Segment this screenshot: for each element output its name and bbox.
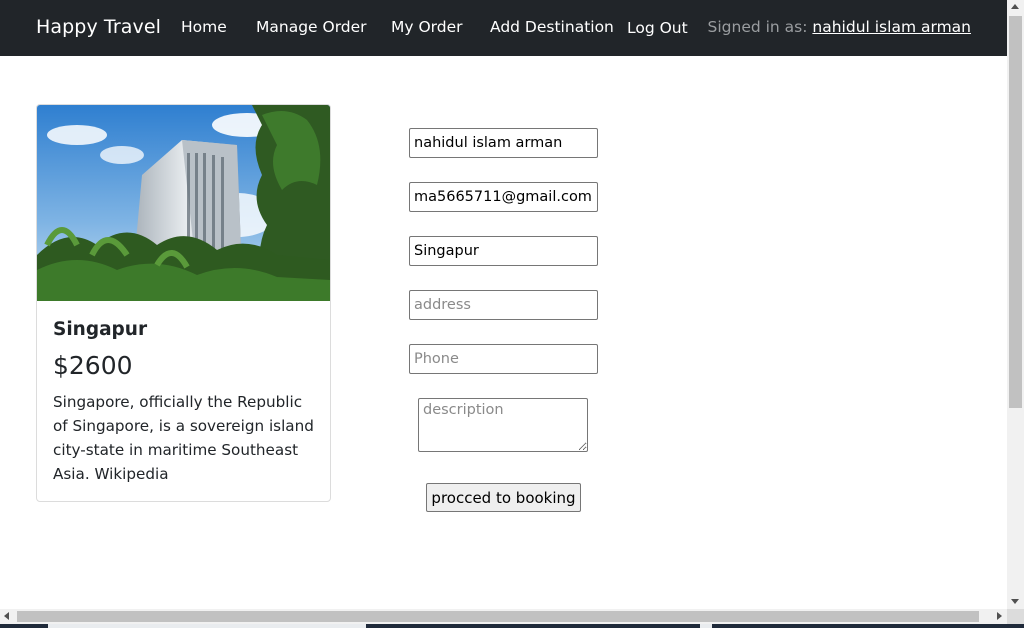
navbar: Happy Travel Home Manage Order My Order … [0, 0, 1007, 56]
horizontal-scroll-thumb[interactable] [17, 611, 979, 622]
address-field[interactable] [409, 290, 598, 320]
email-field[interactable] [409, 182, 598, 212]
scroll-corner [1007, 609, 1024, 624]
logout-button[interactable]: Log Out [627, 19, 688, 37]
vertical-scroll-thumb[interactable] [1009, 16, 1022, 408]
proceed-to-booking-button[interactable]: procced to booking [426, 483, 581, 512]
scroll-up-icon[interactable] [1011, 4, 1019, 9]
name-field[interactable] [409, 128, 598, 158]
destination-field[interactable] [409, 236, 598, 266]
taskbar-segment [48, 624, 366, 628]
scroll-left-icon[interactable] [4, 612, 9, 620]
destination-price: $2600 [53, 351, 133, 380]
signed-in-status: Signed in as: nahidul islam arman [708, 18, 971, 36]
description-textarea[interactable] [418, 398, 588, 452]
destination-title: Singapur [53, 319, 148, 340]
destination-description: Singapore, officially the Republic of Si… [53, 393, 314, 483]
vertical-scrollbar[interactable] [1007, 0, 1024, 609]
scroll-right-icon[interactable] [997, 612, 1002, 620]
taskbar-segment [700, 624, 712, 628]
taskbar-edge [0, 624, 1024, 628]
destination-card: Singapur $2600 Singapore, officially the… [36, 104, 331, 502]
destination-image [37, 105, 330, 301]
phone-field[interactable] [409, 344, 598, 374]
signed-in-user-link[interactable]: nahidul islam arman [812, 18, 971, 36]
signed-in-prefix: Signed in as: [707, 18, 813, 36]
brand-link[interactable]: Happy Travel [36, 16, 161, 38]
nav-link-manage-order[interactable]: Manage Order [256, 18, 367, 36]
nav-link-home[interactable]: Home [181, 18, 227, 36]
horizontal-scrollbar[interactable] [0, 609, 1007, 624]
nav-link-my-order[interactable]: My Order [391, 18, 463, 36]
nav-link-add-destination[interactable]: Add Destination [490, 18, 614, 36]
scroll-down-icon[interactable] [1011, 599, 1019, 604]
building-photo-icon [37, 105, 330, 301]
